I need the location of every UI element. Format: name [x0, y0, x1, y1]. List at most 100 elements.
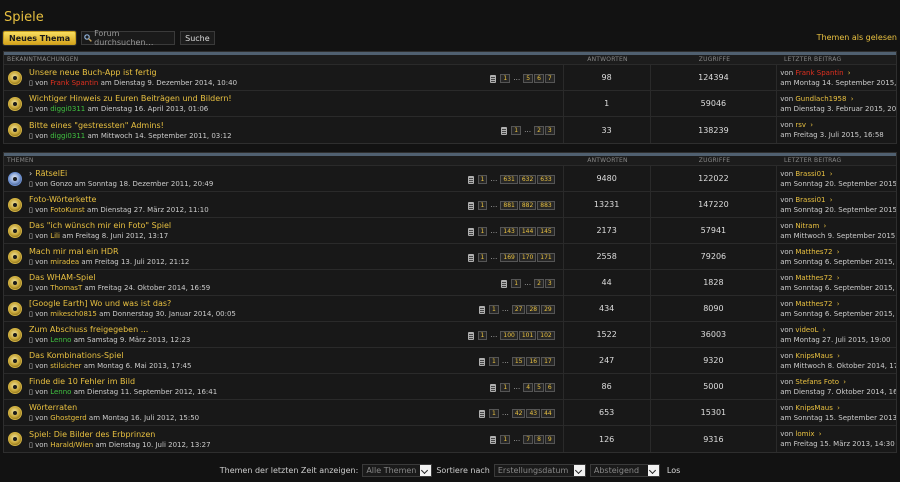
- last-post-author-link[interactable]: Frank Spantin: [795, 69, 843, 77]
- go-to-last-post-icon[interactable]: ›: [830, 170, 833, 178]
- go-to-last-post-icon[interactable]: ›: [837, 300, 840, 308]
- go-to-last-post-icon[interactable]: ›: [837, 352, 840, 360]
- go-to-last-post-icon[interactable]: ›: [810, 121, 813, 129]
- last-post-author-link[interactable]: Gundlach1958: [795, 95, 846, 103]
- page-link[interactable]: 1: [500, 74, 511, 83]
- page-link[interactable]: 1: [511, 126, 522, 135]
- topic-row[interactable]: Das Kombinations-Spiel ▯ von stilsicher …: [4, 348, 896, 374]
- topic-row[interactable]: Spiel: Die Bilder des Erbprinzen ▯ von H…: [4, 426, 896, 452]
- topic-row[interactable]: Zum Abschuss freigegeben ... ▯ von Lenno…: [4, 322, 896, 348]
- page-link[interactable]: 881: [500, 201, 518, 210]
- topic-author-link[interactable]: Lili: [50, 232, 60, 240]
- topic-title-link[interactable]: Spiel: Die Bilder des Erbprinzen: [29, 430, 155, 439]
- topic-title-link[interactable]: Wörterraten: [29, 403, 77, 412]
- topic-title-link[interactable]: Mach mir mal ein HDR: [29, 247, 119, 256]
- topic-row[interactable]: Das WHAM-Spiel ▯ von ThomasT am Freitag …: [4, 270, 896, 296]
- page-link[interactable]: 1: [477, 201, 488, 210]
- page-link[interactable]: 43: [526, 409, 541, 418]
- topic-author-link[interactable]: ThomasT: [50, 284, 82, 292]
- topic-title-link[interactable]: Finde die 10 Fehler im Bild: [29, 377, 135, 386]
- page-link[interactable]: 42: [511, 409, 526, 418]
- page-link[interactable]: 883: [537, 201, 555, 210]
- page-link[interactable]: 1: [500, 435, 511, 444]
- topic-row[interactable]: Finde die 10 Fehler im Bild ▯ von Lenno …: [4, 374, 896, 400]
- go-to-last-post-icon[interactable]: ›: [819, 430, 822, 438]
- topic-author-link[interactable]: Lenno: [50, 388, 71, 396]
- go-button[interactable]: Los: [667, 466, 680, 475]
- sort-key-select[interactable]: Erstellungsdatum: [493, 463, 586, 477]
- go-to-last-post-icon[interactable]: ›: [837, 404, 840, 412]
- page-link[interactable]: 171: [537, 253, 555, 262]
- page-link[interactable]: 102: [537, 331, 555, 340]
- page-link[interactable]: 1: [477, 331, 488, 340]
- page-link[interactable]: 2: [534, 126, 544, 135]
- topic-row[interactable]: Bitte eines "gestressten" Admins! ▯ von …: [4, 117, 896, 143]
- page-link[interactable]: 27: [511, 305, 526, 314]
- topic-author-link[interactable]: mikesch0815: [50, 310, 97, 318]
- topic-author-link[interactable]: Gonzo: [50, 180, 72, 188]
- go-to-last-post-icon[interactable]: ›: [823, 326, 826, 334]
- last-post-author-link[interactable]: rsv: [795, 121, 806, 129]
- go-to-last-post-icon[interactable]: ›: [851, 95, 854, 103]
- topic-author-link[interactable]: miradea: [50, 258, 79, 266]
- topic-title-link[interactable]: Zum Abschuss freigegeben ...: [29, 325, 148, 334]
- page-link[interactable]: 16: [526, 357, 541, 366]
- page-link[interactable]: 6: [534, 74, 544, 83]
- last-post-author-link[interactable]: KnipsMaus: [795, 404, 832, 412]
- new-topic-button[interactable]: Neues Thema: [3, 31, 77, 45]
- page-link[interactable]: 2: [534, 279, 544, 288]
- topic-row[interactable]: [Google Earth] Wo und was ist das? ▯ von…: [4, 296, 896, 322]
- topic-row[interactable]: Wichtiger Hinweis zu Euren Beiträgen und…: [4, 91, 896, 117]
- topic-author-link[interactable]: stilsicher: [50, 362, 81, 370]
- last-post-author-link[interactable]: videoL: [795, 326, 818, 334]
- topic-title-link[interactable]: Bitte eines "gestressten" Admins!: [29, 121, 164, 130]
- page-link[interactable]: 5: [523, 74, 534, 83]
- topic-row[interactable]: Foto-Wörterkette ▯ von FotoKunst am Dien…: [4, 192, 896, 218]
- topic-author-link[interactable]: Harald/Wien: [50, 441, 93, 449]
- last-post-author-link[interactable]: Brassi01: [795, 196, 825, 204]
- last-post-author-link[interactable]: Matthes72: [795, 300, 832, 308]
- topic-title-link[interactable]: Das WHAM-Spiel: [29, 273, 95, 282]
- page-link[interactable]: 144: [518, 227, 537, 236]
- last-post-author-link[interactable]: lomix: [795, 430, 814, 438]
- last-post-author-link[interactable]: KnipsMaus: [795, 352, 832, 360]
- go-to-last-post-icon[interactable]: ›: [848, 69, 851, 77]
- topic-title-link[interactable]: [Google Earth] Wo und was ist das?: [29, 299, 171, 308]
- page-link[interactable]: 6: [544, 383, 555, 392]
- page-link[interactable]: 17: [541, 357, 555, 366]
- page-link[interactable]: 1: [500, 383, 511, 392]
- page-link[interactable]: 8: [534, 435, 544, 444]
- page-link[interactable]: 1: [488, 409, 499, 418]
- topic-title-link[interactable]: Unsere neue Buch-App ist fertig: [29, 68, 157, 77]
- page-link[interactable]: 4: [523, 383, 534, 392]
- last-post-author-link[interactable]: Brassi01: [795, 170, 825, 178]
- search-button[interactable]: Suche: [180, 31, 215, 45]
- sort-order-select[interactable]: Absteigend: [589, 463, 660, 477]
- page-link[interactable]: 1: [477, 175, 488, 184]
- topic-author-link[interactable]: Lenno: [50, 336, 71, 344]
- page-link[interactable]: 29: [541, 305, 555, 314]
- last-post-author-link[interactable]: Nitram: [795, 222, 819, 230]
- page-link[interactable]: 7: [544, 74, 555, 83]
- page-link[interactable]: 44: [541, 409, 555, 418]
- page-link[interactable]: 633: [537, 175, 555, 184]
- page-link[interactable]: 1: [477, 253, 488, 262]
- go-to-last-post-icon[interactable]: ›: [843, 378, 846, 386]
- page-link[interactable]: 1: [488, 305, 499, 314]
- page-link[interactable]: 169: [500, 253, 518, 262]
- page-link[interactable]: 631: [500, 175, 518, 184]
- page-link[interactable]: 145: [537, 227, 555, 236]
- topic-author-link[interactable]: diggi0311: [50, 132, 85, 140]
- page-link[interactable]: 101: [518, 331, 537, 340]
- last-post-author-link[interactable]: Stefans Foto: [795, 378, 839, 386]
- page-link[interactable]: 632: [518, 175, 537, 184]
- go-to-last-post-icon[interactable]: ›: [830, 196, 833, 204]
- topic-title-link[interactable]: RätselEi: [35, 169, 67, 178]
- show-topics-select[interactable]: Alle Themen: [362, 463, 433, 477]
- last-post-author-link[interactable]: Matthes72: [795, 248, 832, 256]
- topic-title-link[interactable]: Das Kombinations-Spiel: [29, 351, 123, 360]
- page-link[interactable]: 143: [500, 227, 518, 236]
- page-link[interactable]: 3: [544, 126, 555, 135]
- page-link[interactable]: 100: [500, 331, 518, 340]
- page-link[interactable]: 3: [544, 279, 555, 288]
